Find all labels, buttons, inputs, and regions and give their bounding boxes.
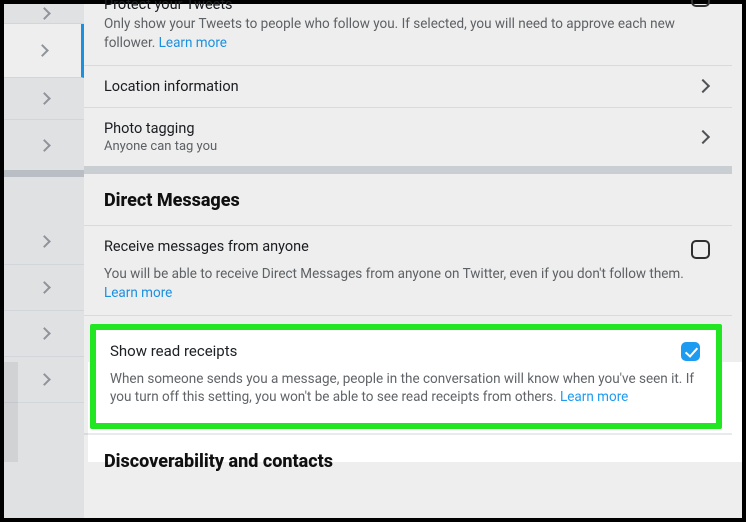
nav-separator	[4, 170, 84, 177]
learn-more-link[interactable]: Learn more	[104, 285, 172, 301]
setting-photo-tagging[interactable]: Photo tagging Anyone can tag you	[84, 108, 732, 166]
chevron-right-icon	[38, 235, 51, 248]
nav-item[interactable]	[4, 120, 84, 170]
learn-more-link[interactable]: Learn more	[159, 35, 227, 51]
desc-text: You will be able to receive Direct Messa…	[104, 266, 684, 282]
settings-panel: Protect your Tweets Only show your Tweet…	[84, 4, 732, 518]
setting-description: You will be able to receive Direct Messa…	[104, 265, 708, 303]
nav-item[interactable]	[4, 78, 84, 120]
setting-description: When someone sends you a message, people…	[110, 370, 698, 408]
nav-item-partial-top[interactable]	[4, 4, 84, 24]
section-divider	[84, 166, 732, 174]
nav-item[interactable]	[4, 311, 84, 357]
nav-column	[4, 4, 84, 518]
chevron-right-icon	[38, 7, 51, 20]
setting-receive-messages[interactable]: Receive messages from anyone You will be…	[84, 225, 732, 316]
receive-messages-checkbox[interactable]	[691, 240, 710, 259]
setting-description: Only show your Tweets to people who foll…	[104, 15, 708, 53]
setting-title: Show read receipts	[110, 342, 698, 360]
nav-item[interactable]	[4, 219, 84, 265]
setting-title: Protect your Tweets	[104, 0, 708, 13]
chevron-right-icon	[38, 281, 51, 294]
chevron-right-icon	[38, 327, 51, 340]
setting-protect-tweets[interactable]: Protect your Tweets Only show your Tweet…	[84, 0, 732, 66]
setting-show-read-receipts-highlighted[interactable]: Show read receipts When someone sends yo…	[90, 324, 722, 430]
setting-title: Location information	[104, 78, 708, 95]
setting-location-information[interactable]: Location information	[84, 66, 732, 108]
nav-item[interactable]	[4, 357, 84, 403]
chevron-right-icon	[38, 92, 51, 105]
chevron-right-icon	[38, 139, 51, 152]
chevron-right-icon	[36, 44, 49, 57]
nav-item[interactable]	[4, 265, 84, 311]
protect-tweets-checkbox[interactable]	[691, 0, 710, 7]
section-header-discoverability: Discoverability and contacts	[84, 435, 732, 486]
setting-title: Receive messages from anyone	[104, 238, 708, 255]
section-header-direct-messages: Direct Messages	[84, 174, 732, 225]
nav-item-selected[interactable]	[4, 24, 84, 78]
setting-subtitle: Anyone can tag you	[104, 139, 708, 154]
chevron-right-icon	[38, 373, 51, 386]
learn-more-link[interactable]: Learn more	[560, 389, 628, 405]
setting-title: Photo tagging	[104, 120, 708, 137]
read-receipts-checkbox[interactable]	[681, 342, 700, 361]
